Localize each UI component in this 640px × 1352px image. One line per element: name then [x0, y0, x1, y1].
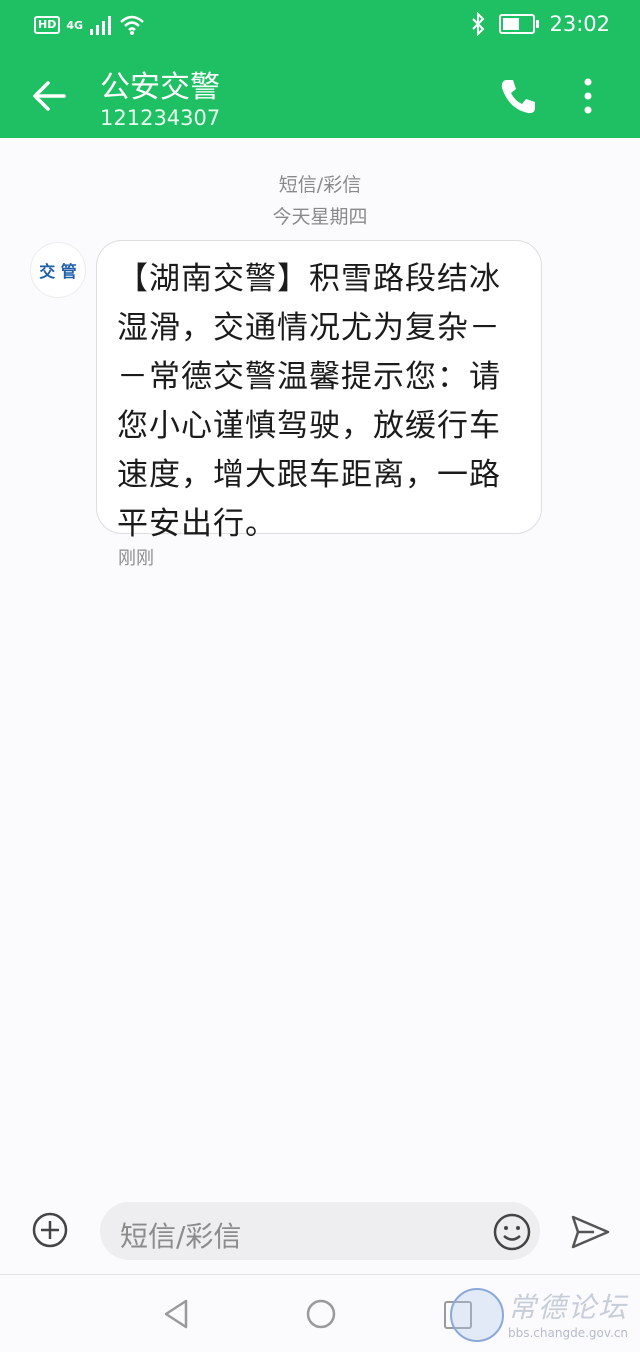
- app-bar: 公安交警 121234307: [0, 54, 640, 138]
- message-time: 刚刚: [118, 548, 154, 569]
- contact-title: 公安交警: [100, 70, 220, 105]
- hd-badge: HD: [34, 16, 61, 34]
- message-bubble[interactable]: 【湖南交警】积雪路段结冰湿滑，交通情况尤为复杂－－常德交警温馨提示您：请您小心谨…: [96, 240, 542, 542]
- message-input-placeholder: 短信/彩信: [120, 1220, 242, 1253]
- watermark: 常德论坛 bbs.changde.gov.cn: [450, 1284, 630, 1344]
- composer: 短信/彩信: [0, 1192, 640, 1272]
- channel-label: 短信/彩信: [278, 174, 362, 196]
- nav-back-icon[interactable]: [160, 1297, 194, 1331]
- battery-fill: [503, 18, 519, 30]
- signal-icon: [90, 16, 112, 35]
- more-vert-icon[interactable]: [566, 74, 610, 118]
- send-icon[interactable]: [568, 1212, 612, 1252]
- clock: 23:02: [549, 12, 610, 36]
- date-label: 今天星期四: [272, 206, 368, 228]
- back-arrow-icon[interactable]: [28, 74, 72, 118]
- bluetooth-icon: [472, 12, 485, 36]
- emoji-icon[interactable]: [492, 1212, 532, 1252]
- status-right: 23:02: [471, 12, 610, 36]
- avatar[interactable]: 交 管: [30, 242, 86, 298]
- status-bar: HD 4G 23:02: [0, 0, 640, 54]
- watermark-url: bbs.changde.gov.cn: [508, 1326, 629, 1340]
- contact-number: 121234307: [100, 106, 221, 130]
- status-left: HD 4G: [34, 14, 145, 36]
- phone-icon[interactable]: [496, 74, 540, 118]
- add-circle-icon[interactable]: [28, 1208, 72, 1252]
- battery-icon: [499, 14, 540, 34]
- wifi-icon: [120, 15, 144, 35]
- network-type: 4G: [66, 18, 84, 32]
- nav-home-icon[interactable]: [304, 1297, 338, 1331]
- watermark-title: 常德论坛: [508, 1291, 629, 1324]
- message-input[interactable]: 短信/彩信: [100, 1202, 540, 1260]
- watermark-logo: [450, 1288, 504, 1342]
